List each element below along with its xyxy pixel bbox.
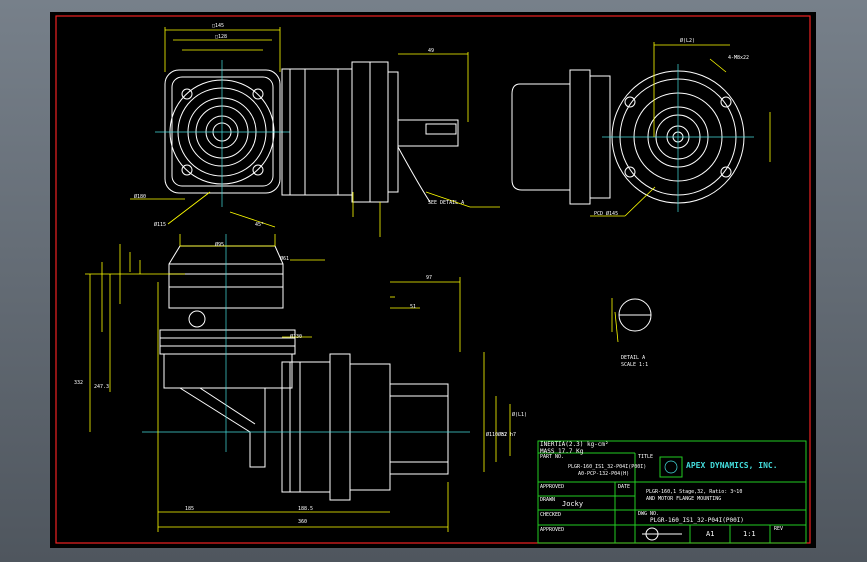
pcd-label: PCD Ø145 [594, 211, 619, 217]
title-label: TITLE [638, 454, 654, 460]
dim-332-label: 332 [74, 380, 84, 386]
d61-label: Ø61 [280, 256, 290, 262]
angle-label: 45° [255, 222, 265, 228]
sheet-size: A1 [706, 530, 715, 538]
detail-a-label: DETAIL A [621, 355, 646, 361]
rev-label: REV [774, 526, 784, 532]
approved-label: APPROVED [540, 484, 565, 490]
checked-label: CHECKED [540, 512, 562, 518]
drawn-label: DRAWN [540, 497, 556, 503]
part-no-1: PLGR-160_IS1_32-P04I(P00I) [568, 464, 647, 470]
scale-value: 1:1 [743, 530, 756, 538]
detail-a [611, 298, 652, 343]
dim-247-label: 247.3 [94, 384, 110, 390]
detail-scale-label: SCALE 1:1 [621, 362, 649, 368]
dim-49-label: 49 [428, 48, 435, 54]
title-line-2: AND MOTOR FLANGE MOUNTING [646, 496, 722, 502]
top-ref-label: Ø(L2) [680, 38, 696, 44]
date-label: DATE [618, 484, 631, 490]
d32-label: Ø32 h7 [498, 432, 517, 438]
dim-185-label: 185 [185, 506, 195, 512]
title-line-1: PLGR-160,1 Stage,32, Ratio: 3~10 [646, 489, 743, 495]
inertia-label: INERTIA(2.3) kg-cm² [540, 441, 609, 448]
side-view [85, 234, 511, 532]
drawn-by: Jocky [562, 500, 584, 508]
dim-360-label: 360 [298, 519, 308, 525]
dim-51-label: 51 [410, 304, 417, 310]
d95-label: Ø95 [215, 242, 225, 248]
dim-97-label: 97 [426, 275, 433, 281]
dim-188-label: 188.5 [298, 506, 314, 512]
part-no-2: A0-PCP-132-P04(H) [578, 471, 630, 477]
dim-145-label: □145 [212, 23, 225, 29]
d130-label: Ø130 [290, 334, 303, 340]
holes-label: 4-M8x22 [728, 55, 750, 61]
drawing-canvas: INERTIA(2.3) kg-cm² MASS 17.7 Kg PART NO… [50, 12, 816, 548]
dwg-no: PLGR-160_IS1_32-P04I(P00I) [650, 517, 744, 524]
company-name: APEX DYNAMICS, INC. [686, 461, 778, 470]
part-no-label: PART NO. [540, 454, 565, 460]
key-label: Ø(L1) [512, 412, 528, 418]
approved2-label: APPROVED [540, 527, 565, 533]
end-view [511, 42, 771, 217]
dim-128-label: □128 [215, 34, 228, 40]
d180-label: Ø180 [134, 194, 147, 200]
see-detail-label: SEE DETAIL A [428, 200, 465, 206]
d115-label: Ø115 [154, 222, 167, 228]
